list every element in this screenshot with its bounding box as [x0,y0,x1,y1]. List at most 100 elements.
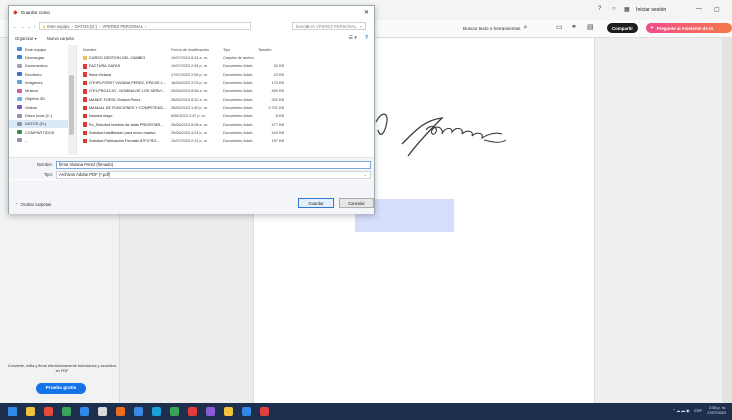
taskbar-app-icon[interactable] [44,407,53,416]
nav-item[interactable]: ... [9,136,76,144]
help-icon[interactable]: ? [598,6,601,12]
file-size: 170 KB [271,81,284,86]
file-type: Documento Adob... [223,114,254,119]
forward-icon[interactable]: → [20,24,24,29]
nav-item-label: Videos [25,104,38,110]
taskbar-app-icon[interactable] [80,407,89,416]
minimize-icon[interactable]: — [696,6,702,12]
address-bar[interactable]: ▮ Este equipo › DATOS (D:) › VPEREZ PERSON… [38,22,251,30]
nav-item[interactable]: COMPARTIDOS [9,128,76,136]
new-folder-button[interactable]: Nueva carpeta [47,36,74,41]
chevron-down-icon[interactable]: ⌄ [27,24,31,29]
nav-item[interactable]: Disco local (C:) [9,111,76,119]
table-row[interactable]: Solicitud Publicación Formato 87FO RO...… [79,137,374,145]
view-options-icon[interactable]: ☰ ▾ [349,35,357,41]
ai-assistant-button[interactable]: ✦ Pregunte al Asistente de IA [646,23,732,33]
file-name: OTH-PRO12-IG - NOMINA DE LOS SERVI... [79,89,167,94]
nav-item[interactable]: Objetos 3D [9,95,76,103]
file-type: Documento Adob... [223,72,254,77]
acrobat-icon: ◆ [13,10,18,16]
taskbar-app-icon[interactable] [116,407,125,416]
apps-grid-icon[interactable]: ▦ [624,6,630,13]
nav-item[interactable]: Escritorio [9,70,76,78]
taskbar-app-icon[interactable] [170,407,179,416]
free-trial-button[interactable]: Prueba gratis [36,383,86,394]
help-icon[interactable]: ? [365,35,368,41]
table-row[interactable]: CURSO GESTION DEL CAMBIO 10/07/2023 8:31 … [79,54,374,62]
nav-item[interactable]: Videos [9,103,76,111]
taskbar-app-icon[interactable] [242,407,251,416]
nav-item-label: ... [25,137,29,143]
column-type[interactable]: Tipo [219,48,254,52]
breadcrumb-1[interactable]: DATOS (D:) [75,24,97,29]
clock[interactable]: 2:58 p. m. 17/07/2023 [707,406,726,415]
taskbar-app-icon[interactable] [98,407,107,416]
nav-item[interactable]: DATOS (D:) [9,119,76,128]
breadcrumb-2[interactable]: VPEREZ PERSONAL [102,24,143,29]
nav-item-label: Documentos [25,63,48,69]
search-tools-label: Buscar texto o herramientas [463,25,521,31]
tray-icons[interactable]: ⌃ ☁ ▬ ◉ [672,408,689,413]
sign-in-link[interactable]: Iniciar sesión [636,7,666,13]
share-link-icon[interactable]: ⚭ [571,23,577,31]
taskbar-app-icon[interactable] [188,407,197,416]
clock-time: 2:58 p. m. [709,406,726,410]
taskbar-app-icon[interactable] [224,407,233,416]
table-row[interactable]: OTHRI-FOR07 VIVIANA PEREZ- EPA DE L... 16… [79,79,374,87]
share-button[interactable]: Compartir [607,23,638,33]
search-tools[interactable]: Buscar texto o herramientas ⌕ [463,24,527,32]
organize-button[interactable]: Organizar ▾ [15,36,37,41]
notifications-icon[interactable]: ○ [612,6,616,12]
table-row[interactable]: MANDF-FOR31 Viviana Perez 26/05/2023 8:32… [79,95,374,103]
table-row[interactable]: OTH-PRO12-IG - NOMINA DE LOS SERVI... 25/… [79,87,374,95]
nav-scroll-thumb[interactable] [69,75,74,135]
table-row[interactable]: Nomina mayo 8/06/2023 2:47 p. m. Documento… [79,112,374,120]
column-size[interactable]: Tamaño [254,48,288,52]
nav-item[interactable]: Documentos [9,62,76,70]
chevron-down-icon: ⌄ [363,171,367,177]
nav-item[interactable]: Música [9,86,76,94]
up-icon[interactable]: ↑ [34,24,36,29]
table-row[interactable]: firma Viviana 17/07/2023 2:56 p. m. Docume… [79,71,374,79]
hide-folders-toggle[interactable]: ⌃ Ocultar carpetas [15,202,51,207]
cancel-button[interactable]: Cancelar [339,198,374,208]
file-list: Nombre Fecha de modificación Tipo Tamaño… [79,45,374,155]
file-size: 2.701 KB [268,105,284,110]
taskbar-app-icon[interactable] [62,407,71,416]
vertical-scrollbar[interactable] [722,38,732,403]
table-row[interactable]: Solicitud habilitación para envío masivo… [79,129,374,137]
file-size: 477 KB [271,122,284,127]
column-date[interactable]: Fecha de modificación [167,48,219,52]
file-date: 25/06/2023 8:56 a. m. [171,89,208,94]
taskbar-app-icon[interactable] [134,407,143,416]
folder-search-input[interactable]: Buscar en VPEREZ PERSONAL ⌕ [292,22,366,30]
nav-item-label: COMPARTIDOS [25,129,55,135]
nav-item[interactable]: Imágenes [9,78,76,86]
taskbar-app-icon[interactable] [206,407,215,416]
drive-folder-icon [17,130,22,135]
taskbar-app-icon[interactable] [152,407,161,416]
taskbar-app-icon[interactable] [260,407,269,416]
save-button[interactable]: Guardar [298,198,334,208]
filename-input[interactable]: firma Viviana Perez (firmado) [56,160,371,169]
breadcrumb-0[interactable]: Este equipo [47,24,69,29]
start-menu-icon[interactable] [8,407,17,416]
taskbar-search-icon[interactable] [26,407,35,416]
back-icon[interactable]: ← [13,24,17,29]
nav-item[interactable]: Descargas [9,53,76,61]
system-tray: ⌃ ☁ ▬ ◉ ESP 2:58 p. m. 17/07/2023 [672,406,726,415]
file-date: 10/07/2023 2:31 p. m. [171,139,208,144]
page-icon[interactable]: ▭ [556,23,563,31]
table-row[interactable]: MANUAL DE FUNCIONES Y COMPETENC... 26/05/… [79,104,374,112]
nav-scrollbar[interactable] [68,45,76,155]
table-row[interactable]: Rc_Solicitud revisión de adds PRIORITAR.… [79,120,374,128]
nav-item[interactable]: Este equipo [9,45,76,53]
column-name[interactable]: Nombre [79,48,167,52]
close-icon[interactable]: ✕ [364,9,369,16]
maximize-icon[interactable]: ▢ [714,6,720,13]
language-indicator[interactable]: ESP [694,409,702,413]
filetype-select[interactable]: Archivos Adobe PDF (*.pdf) ⌄ [56,170,371,179]
table-row[interactable]: FACTURA GAFAS 10/07/2023 2:34 p. m. Docume… [79,62,374,70]
print-icon[interactable]: ▤ [587,23,594,31]
right-rail [595,38,732,403]
